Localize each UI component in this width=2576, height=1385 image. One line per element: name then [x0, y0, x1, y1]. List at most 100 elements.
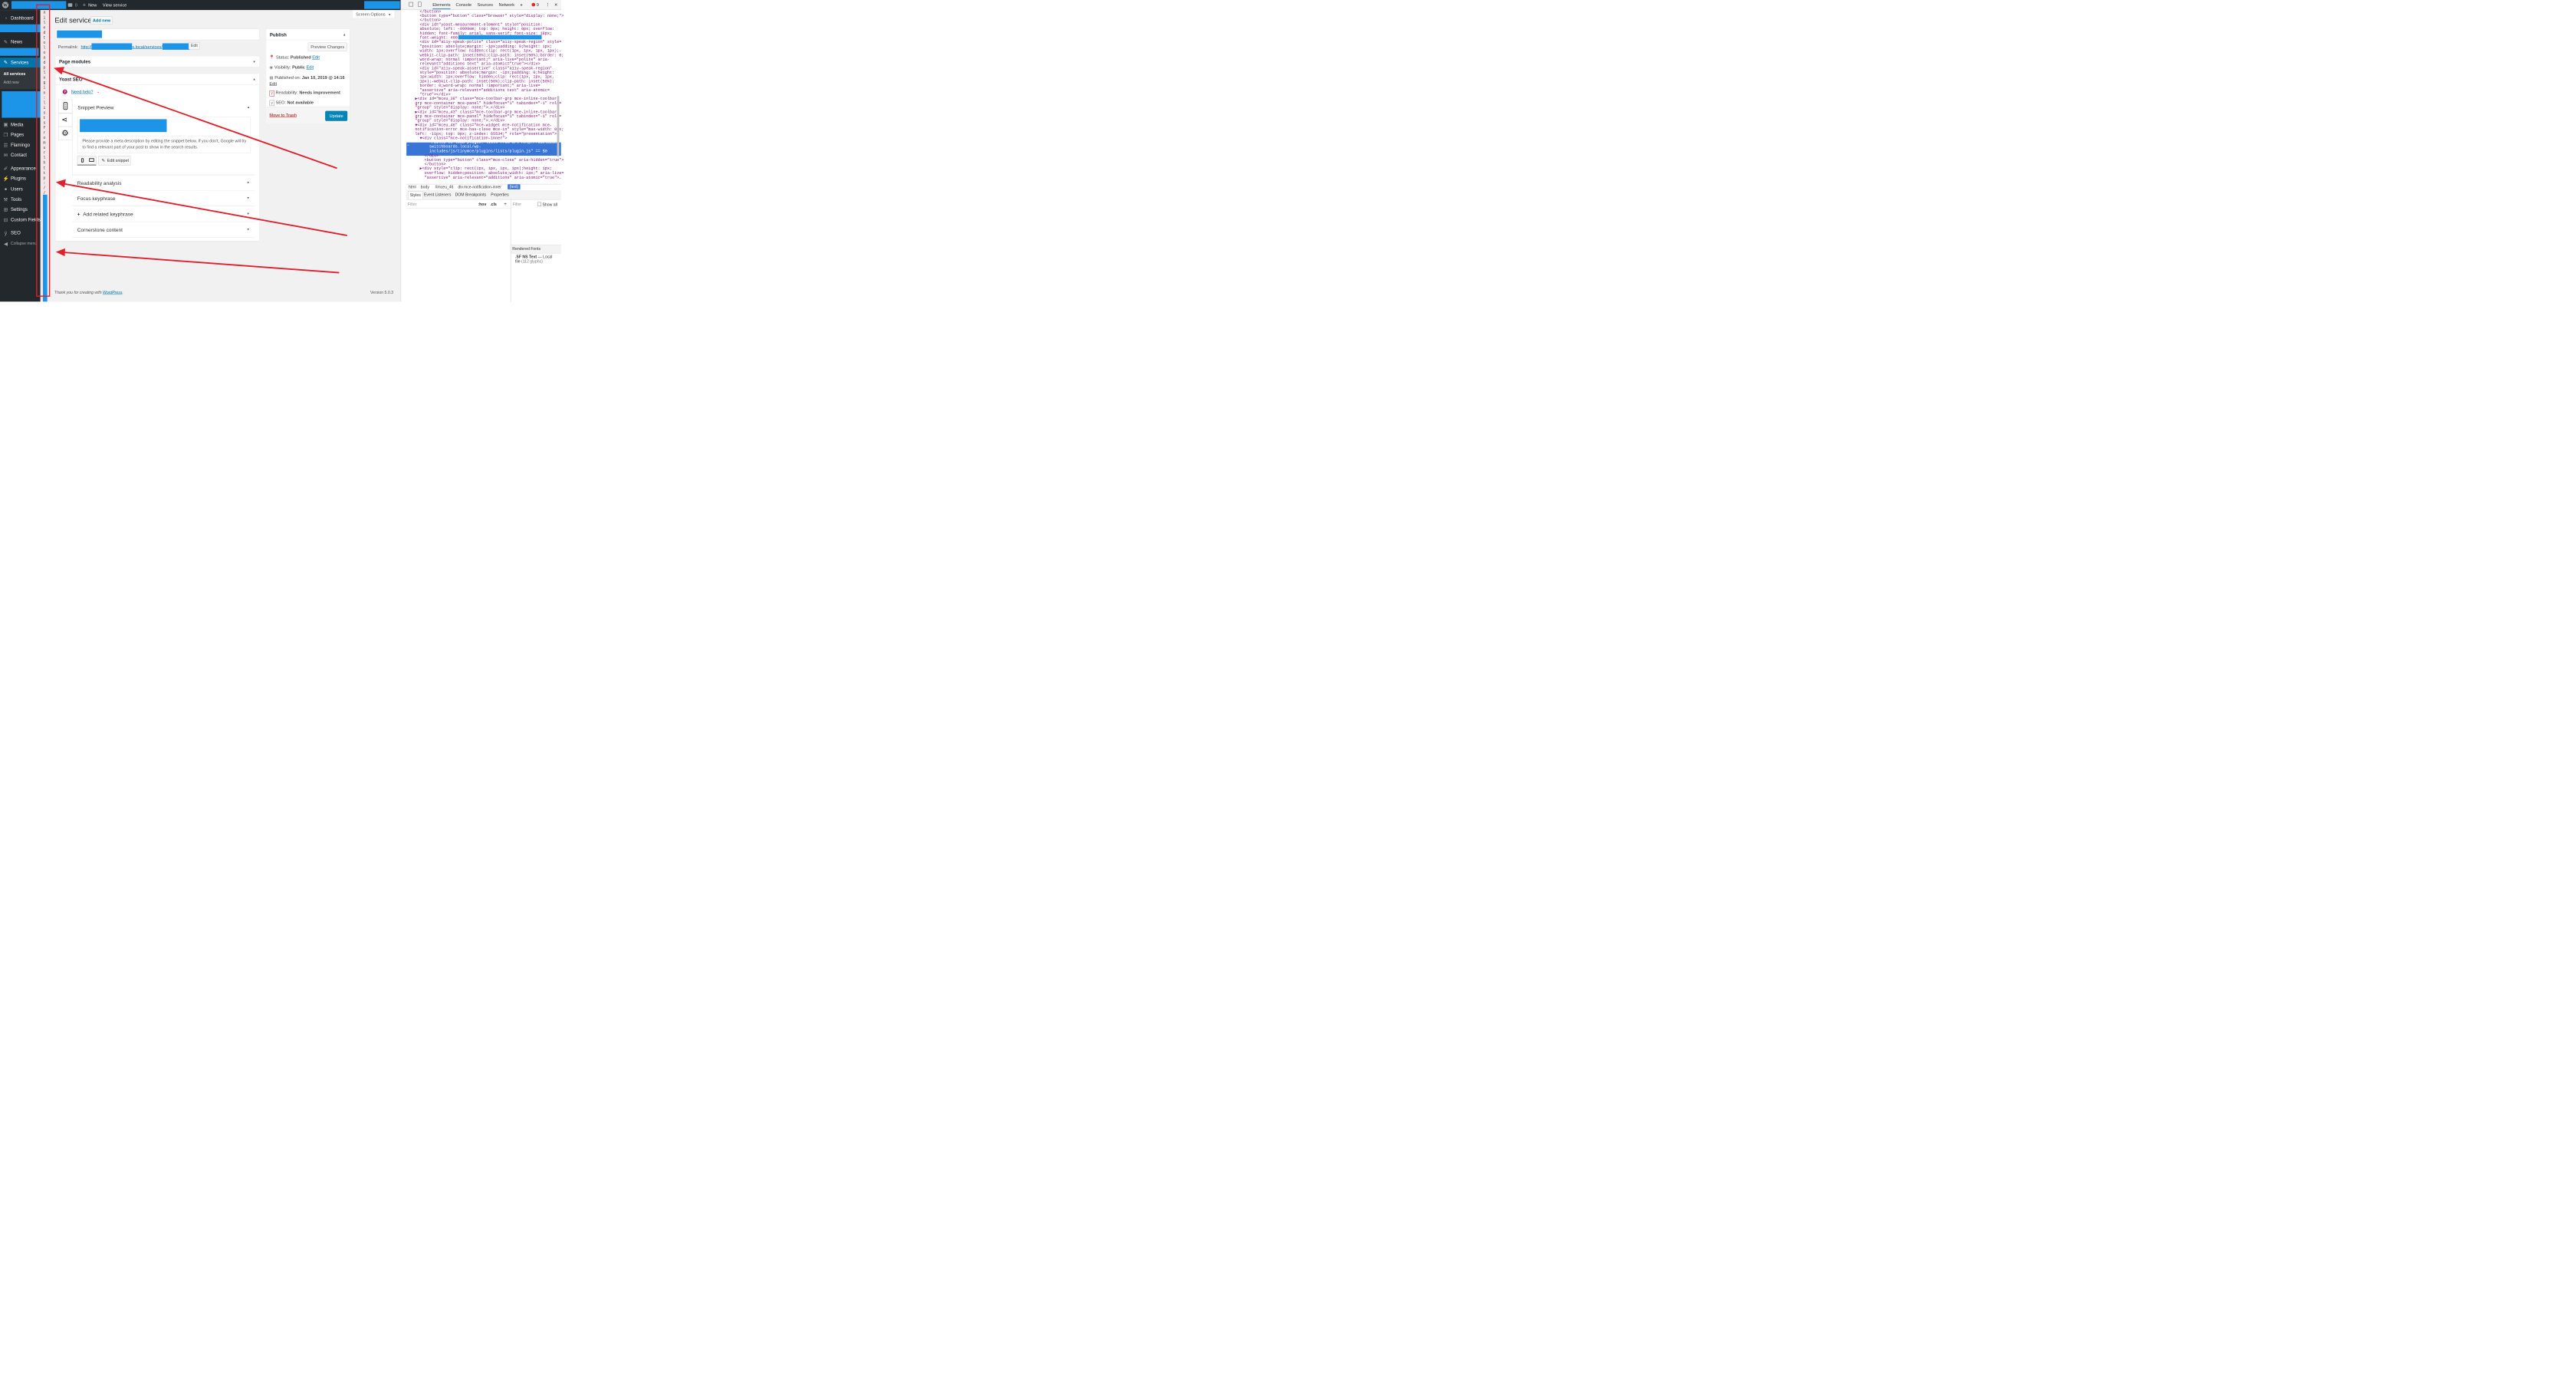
tab-properties[interactable]: Properties [491, 193, 508, 198]
cls-toggle[interactable]: .cls [490, 202, 497, 207]
kebab-menu-icon[interactable]: ⋮ [546, 0, 550, 9]
sidebar-item-label: Services [11, 59, 29, 65]
pushpin-icon: ✎ [3, 38, 8, 45]
pages-icon: ❐ [3, 131, 8, 138]
caret-up-icon[interactable]: ▲ [343, 33, 346, 37]
social-tab[interactable]: ⋖ [58, 113, 73, 127]
tab-dom-breakpoints[interactable]: DOM Breakpoints [455, 193, 487, 198]
status-edit-link[interactable]: Edit [312, 54, 320, 60]
move-to-trash-link[interactable]: Move to Trash [269, 113, 296, 118]
styles-filter-input[interactable]: Filter [408, 202, 416, 207]
sidebar-item-news[interactable]: ✎ News [0, 38, 41, 47]
need-help-link[interactable]: Need help? [71, 89, 94, 94]
redacted-user-account[interactable] [364, 1, 400, 9]
tab-elements[interactable]: Elements [432, 0, 451, 10]
visibility-edit-link[interactable]: Edit [306, 64, 314, 70]
focus-keyphrase-row[interactable]: Focus keyphrase ▼ [72, 190, 255, 206]
footer-thanks-text: Thank you for creating with [54, 290, 102, 295]
redacted-menu-group[interactable] [2, 91, 41, 118]
published-edit-link[interactable]: Edit [269, 81, 277, 87]
submenu-all-services[interactable]: All services [4, 72, 26, 77]
page-modules-heading: Page modules [59, 59, 91, 65]
view-service-link[interactable]: View service [103, 0, 127, 10]
more-tabs-button[interactable]: » [521, 0, 523, 9]
breadcrumb-notification-inner[interactable]: div.mce-notification-inner [458, 185, 501, 189]
font-glyph-count: (112 glyphs) [521, 259, 543, 264]
footer-wordpress-link[interactable]: WordPress [103, 291, 122, 295]
sidebar-item-seo[interactable]: ÿ SEO [0, 229, 41, 238]
sidebar-item-dashboard[interactable]: ◔ Dashboard [0, 14, 41, 23]
sidebar-item-plugins[interactable]: ⚡ Plugins [0, 174, 41, 183]
permalink-label: Permalink: [58, 44, 79, 50]
help-question-icon[interactable]: ? [62, 89, 67, 94]
wordpress-logo-icon[interactable]: W [2, 2, 9, 8]
settings-tab[interactable]: ⚙ [58, 127, 73, 140]
error-icon [531, 2, 536, 7]
dom-tree-line[interactable]: "assertive" aria-relevant="additions" ar… [415, 176, 562, 180]
update-button[interactable]: Update [325, 110, 348, 121]
tab-sources[interactable]: Sources [478, 0, 494, 9]
sidebar-item-flamingo[interactable]: ☰ Flamingo [0, 140, 41, 150]
chevron-down-icon[interactable]: ⌄ [97, 89, 100, 94]
edit-snippet-button[interactable]: ✎ Edit snippet [98, 156, 131, 166]
caret-up-icon[interactable]: ▲ [247, 105, 250, 109]
computed-filter-input[interactable]: Filter [513, 202, 521, 207]
inspect-cursor-icon[interactable] [409, 2, 414, 7]
redacted-menu-item[interactable] [0, 24, 41, 33]
permalink-row: Permalink: http:// s.local/services/ [58, 43, 190, 50]
sidebar-item-pages[interactable]: ❐ Pages [0, 130, 41, 139]
add-new-button[interactable]: Add new [90, 16, 113, 25]
error-counter[interactable]: 9 [531, 0, 539, 9]
sidebar-item-contact[interactable]: ✉ Contact [0, 150, 41, 160]
tab-console[interactable]: Console [456, 0, 472, 9]
comments-menu[interactable]: 0 [67, 0, 77, 10]
readability-analysis-row[interactable]: Readability analysis ▼ [72, 175, 255, 191]
breadcrumb-body[interactable]: body [421, 185, 429, 189]
snippet-preview-section: Snippet Preview ▲ Please provide a meta … [72, 99, 255, 176]
sidebar-item-tools[interactable]: ⚒ Tools [0, 195, 41, 204]
mobile-device-icon[interactable] [80, 158, 84, 163]
seo-analysis-tab[interactable] [58, 99, 73, 113]
page-modules-box[interactable]: Page modules ▼ [54, 55, 260, 67]
show-all-checkbox[interactable]: Show all [537, 202, 557, 207]
desktop-device-icon[interactable] [89, 158, 94, 162]
sidebar-item-media[interactable]: ▣ Media [0, 120, 41, 129]
permalink-edit-button[interactable]: Edit [188, 42, 200, 50]
tab-event-listeners[interactable]: Event Listeners [424, 193, 451, 198]
collapse-menu-button[interactable]: ◀ Collapse menu [0, 239, 41, 248]
sidebar-item-services[interactable]: ✎ Services [0, 58, 41, 68]
sidebar-item-settings[interactable]: ⊞ Settings [0, 205, 41, 214]
screen-options-button[interactable]: Screen Options ▼ [352, 10, 396, 19]
post-title-input[interactable] [54, 28, 260, 41]
submenu-add-new[interactable]: Add new [4, 81, 19, 85]
tab-styles[interactable]: Styles [408, 191, 423, 199]
tab-network[interactable]: Network [499, 0, 515, 9]
font-name: .SF NS Text [515, 255, 537, 259]
close-icon[interactable]: ✕ [554, 0, 558, 9]
dom-scrollbar[interactable] [557, 96, 560, 157]
readability-value: Needs improvement [299, 90, 340, 96]
preview-changes-button[interactable]: Preview Changes [307, 42, 347, 51]
breadcrumb-text-node[interactable]: (text) [508, 184, 521, 189]
share-icon: ⋖ [61, 116, 68, 124]
redacted-menu-item[interactable] [0, 48, 39, 56]
cornerstone-content-row[interactable]: Cornerstone content ▼ [72, 222, 255, 238]
sidebar-item-custom-fields[interactable]: ⊟ Custom Fields [0, 215, 41, 224]
device-toggle [77, 156, 97, 166]
related-keyphrase-label-wrap: + Add related keyphrase [77, 211, 133, 216]
breadcrumb-html[interactable]: html [409, 185, 416, 189]
new-content-menu[interactable]: + New [83, 0, 97, 10]
breadcrumb-mceu-46[interactable]: #mceu_46 [435, 185, 453, 189]
wrench-icon: ⚒ [3, 196, 8, 202]
sidebar-item-users[interactable]: ● Users [0, 184, 41, 193]
device-toggle-icon[interactable] [418, 2, 422, 7]
new-rule-plus-icon[interactable]: + [504, 201, 507, 206]
permalink-url[interactable]: http:// s.local/services/ [80, 43, 190, 50]
font-local: Local [543, 255, 553, 259]
sidebar-item-appearance[interactable]: ✐ Appearance [0, 164, 41, 173]
caret-down-icon[interactable]: ▼ [253, 60, 256, 64]
footer-thanks: Thank you for creating with WordPress. [54, 291, 123, 295]
hov-toggle[interactable]: :hov [478, 202, 486, 207]
related-keyphrase-row[interactable]: + Add related keyphrase ▼ [72, 206, 255, 222]
caret-up-icon[interactable]: ▲ [253, 77, 256, 81]
